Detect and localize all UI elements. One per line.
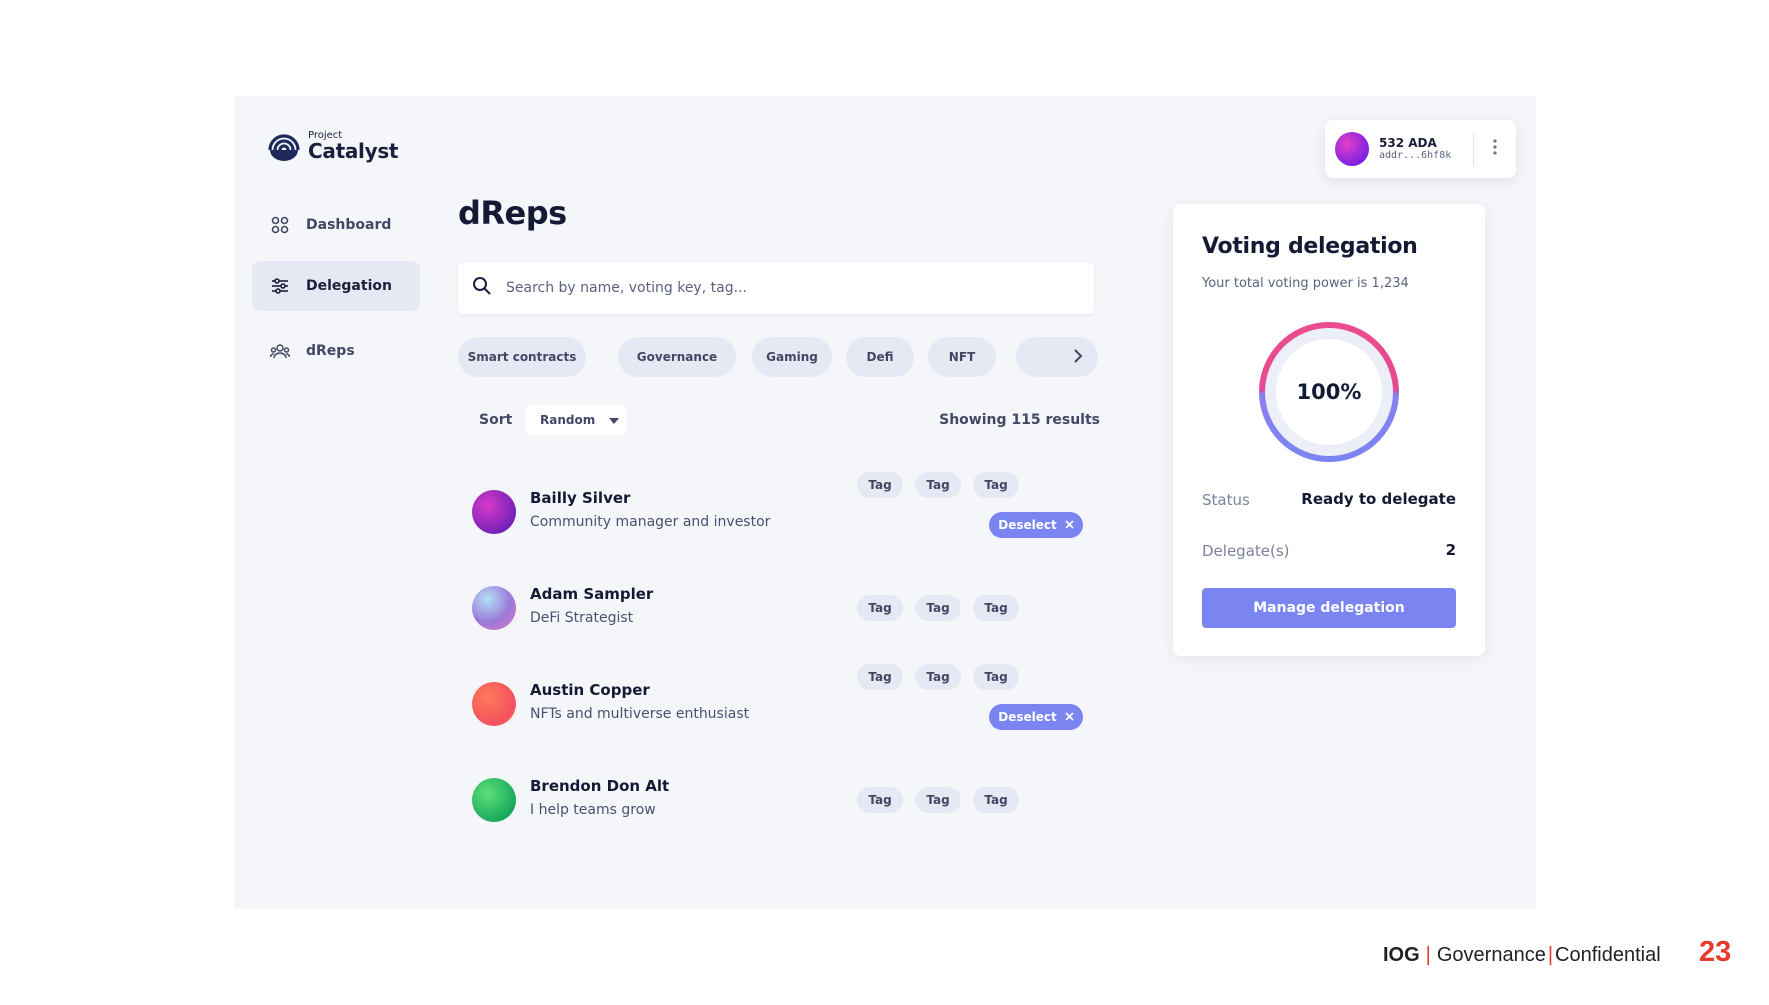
tag[interactable]: Tag — [915, 664, 961, 690]
sort-value: Random — [540, 413, 596, 427]
tag[interactable]: Tag — [915, 787, 961, 813]
drep-description: I help teams grow — [530, 802, 656, 818]
drep-name: Brendon Don Alt — [530, 777, 670, 795]
wallet-widget[interactable]: 532 ADA addr...6hf8k — [1325, 120, 1516, 178]
deselect-label: Deselect — [998, 518, 1057, 532]
tag[interactable]: Tag — [857, 595, 903, 621]
chip-smart-contracts[interactable]: Smart contracts — [458, 337, 586, 377]
tag[interactable]: Tag — [973, 664, 1019, 690]
page-title: dReps — [458, 194, 567, 232]
card-title: Voting delegation — [1202, 234, 1418, 259]
caret-down-icon — [609, 413, 620, 427]
sort-label: Sort — [479, 412, 513, 428]
chip-governance[interactable]: Governance — [618, 337, 736, 377]
list-item[interactable]: Adam Sampler DeFi Strategist Tag Tag Tag — [458, 564, 1098, 644]
chevron-right-icon — [1072, 348, 1084, 367]
list-item[interactable]: Bailly Silver Community manager and inve… — [458, 468, 1098, 548]
close-icon — [1065, 518, 1074, 532]
tag[interactable]: Tag — [857, 787, 903, 813]
deselect-label: Deselect — [998, 710, 1057, 724]
sidebar-item-label: Dashboard — [306, 217, 392, 233]
sidebar-item-label: dReps — [306, 343, 355, 359]
list-item[interactable]: Austin Copper NFTs and multiverse enthus… — [458, 660, 1098, 740]
logo[interactable]: Project Catalyst — [268, 130, 399, 163]
footer-brand: IOG — [1383, 944, 1420, 966]
sidebar-item-label: Delegation — [306, 278, 392, 294]
tag[interactable]: Tag — [973, 787, 1019, 813]
list-item[interactable]: Brendon Don Alt I help teams grow Tag Ta… — [458, 756, 1098, 836]
sidebar-item-delegation[interactable]: Delegation — [252, 261, 420, 311]
search-bar[interactable] — [458, 262, 1094, 314]
sidebar-item-dashboard[interactable]: Dashboard — [252, 200, 420, 250]
drep-name: Austin Copper — [530, 681, 650, 699]
footer-separator: | — [1547, 944, 1554, 966]
avatar — [472, 490, 516, 534]
footer-governance: Governance — [1436, 944, 1546, 966]
catalyst-logo-icon — [268, 130, 300, 162]
status-label: Status — [1202, 491, 1250, 509]
close-icon — [1065, 710, 1074, 724]
list-fade — [458, 858, 1098, 904]
tag[interactable]: Tag — [857, 472, 903, 498]
drep-description: DeFi Strategist — [530, 610, 634, 626]
drep-name: Bailly Silver — [530, 489, 631, 507]
avatar — [472, 778, 516, 822]
tag[interactable]: Tag — [973, 472, 1019, 498]
chip-gaming[interactable]: Gaming — [752, 337, 832, 377]
filter-chips: Smart contracts Governance Gaming Defi N… — [458, 337, 1098, 377]
sliders-icon — [270, 276, 290, 296]
wallet-balance: 532 ADA — [1379, 135, 1437, 150]
delegates-count: 2 — [1445, 541, 1456, 559]
drep-description: Community manager and investor — [530, 514, 771, 530]
divider — [1473, 132, 1474, 166]
users-icon — [270, 341, 290, 361]
percent-label: 100% — [1296, 380, 1362, 404]
drep-name: Adam Sampler — [530, 585, 654, 603]
search-icon — [472, 276, 492, 300]
kebab-menu-icon — [1493, 139, 1497, 159]
deselect-button[interactable]: Deselect — [989, 704, 1083, 730]
delegates-label: Delegate(s) — [1202, 542, 1290, 560]
results-count: Showing 115 results — [939, 412, 1100, 428]
deselect-button[interactable]: Deselect — [989, 512, 1083, 538]
avatar — [472, 586, 516, 630]
more-menu-button[interactable] — [1483, 134, 1507, 164]
tag[interactable]: Tag — [915, 472, 961, 498]
chip-nft[interactable]: NFT — [928, 337, 996, 377]
search-input[interactable] — [504, 279, 1068, 297]
sidebar-item-dreps[interactable]: dReps — [252, 326, 420, 376]
page-number: 23 — [1699, 936, 1732, 968]
wallet-avatar — [1335, 132, 1369, 166]
footer-separator: | — [1425, 944, 1431, 966]
tag[interactable]: Tag — [857, 664, 903, 690]
avatar — [472, 682, 516, 726]
voting-power-text: Your total voting power is 1,234 — [1202, 276, 1409, 291]
drep-description: NFTs and multiverse enthusiast — [530, 706, 750, 722]
slide-footer: IOG | Governance | Confidential — [1383, 944, 1661, 967]
status-value: Ready to delegate — [1301, 490, 1456, 508]
logo-title: Catalyst — [308, 139, 399, 163]
footer-confidential: Confidential — [1555, 944, 1661, 966]
grid-icon — [270, 215, 290, 235]
tag[interactable]: Tag — [973, 595, 1019, 621]
chips-next-button[interactable] — [1058, 337, 1098, 377]
manage-delegation-button[interactable]: Manage delegation — [1202, 588, 1456, 628]
tag[interactable]: Tag — [915, 595, 961, 621]
chip-defi[interactable]: Defi — [846, 337, 914, 377]
sort-dropdown[interactable]: Random — [526, 405, 626, 435]
voting-delegation-card: Voting delegation Your total voting powe… — [1173, 204, 1485, 656]
wallet-address: addr...6hf8k — [1379, 150, 1452, 162]
app-frame: Project Catalyst Dashboard Delegation dR… — [234, 96, 1536, 909]
